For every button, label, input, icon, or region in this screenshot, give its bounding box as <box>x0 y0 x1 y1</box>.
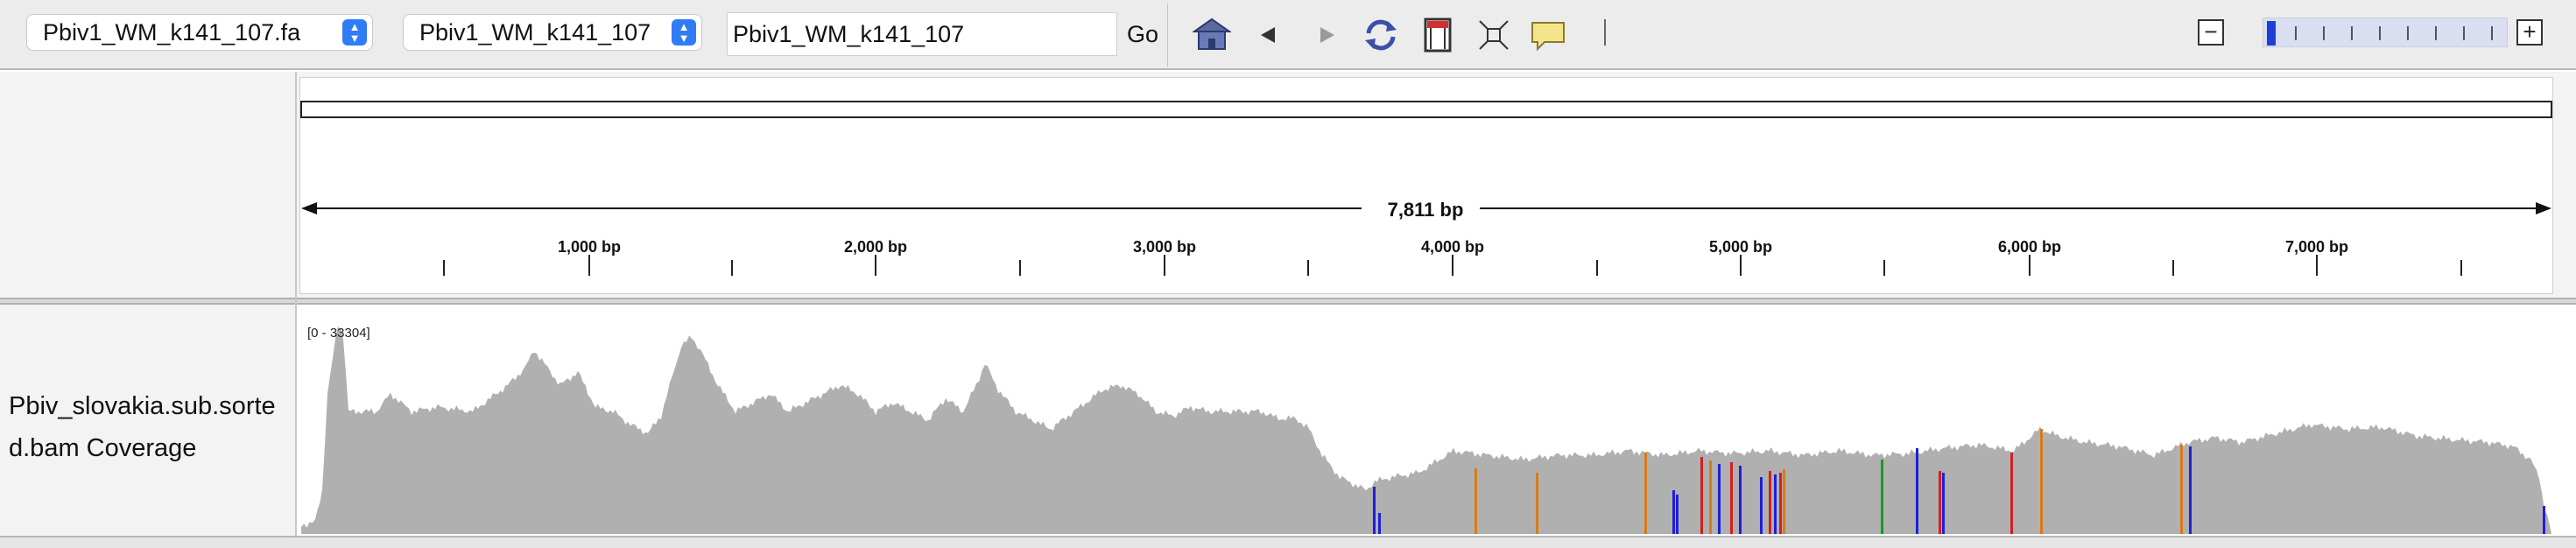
bottom-panel-divider <box>0 536 2576 548</box>
mismatch-bar[interactable] <box>2543 506 2545 534</box>
mismatch-bar[interactable] <box>1676 495 1679 534</box>
mismatch-bar[interactable] <box>1672 490 1675 534</box>
mismatch-bar[interactable] <box>1760 477 1763 534</box>
mismatch-bar[interactable] <box>1373 487 1376 534</box>
coverage-area[interactable] <box>301 327 2551 534</box>
mismatch-bar[interactable] <box>1774 474 1777 534</box>
mismatch-bar[interactable] <box>2040 429 2043 534</box>
mismatch-bar[interactable] <box>1783 469 1785 534</box>
mismatch-bar[interactable] <box>1942 473 1945 534</box>
mismatch-bar[interactable] <box>2180 445 2183 534</box>
mismatch-bar[interactable] <box>1378 513 1381 534</box>
mismatch-bar[interactable] <box>1536 473 1538 534</box>
coverage-svg <box>301 327 2551 534</box>
mismatch-bar[interactable] <box>1718 464 1721 534</box>
mismatch-bar[interactable] <box>1700 457 1703 534</box>
mismatch-bar[interactable] <box>1644 453 1647 534</box>
data-range-label: [0 - 33304] <box>307 326 370 341</box>
mismatch-bar[interactable] <box>1730 462 1733 534</box>
mismatch-bar[interactable] <box>2010 453 2013 534</box>
mismatch-bar[interactable] <box>2189 446 2192 534</box>
name-column-divider <box>295 72 297 548</box>
mismatch-bar[interactable] <box>1881 460 1883 534</box>
mismatch-bar[interactable] <box>1769 471 1771 534</box>
mismatch-bar[interactable] <box>1939 471 1941 534</box>
mismatch-bar[interactable] <box>1475 468 1477 534</box>
mismatch-bar[interactable] <box>1916 448 1918 534</box>
mismatch-bar[interactable] <box>1709 460 1712 534</box>
mismatch-bar[interactable] <box>1779 473 1782 534</box>
mismatch-bar[interactable] <box>1739 466 1742 534</box>
